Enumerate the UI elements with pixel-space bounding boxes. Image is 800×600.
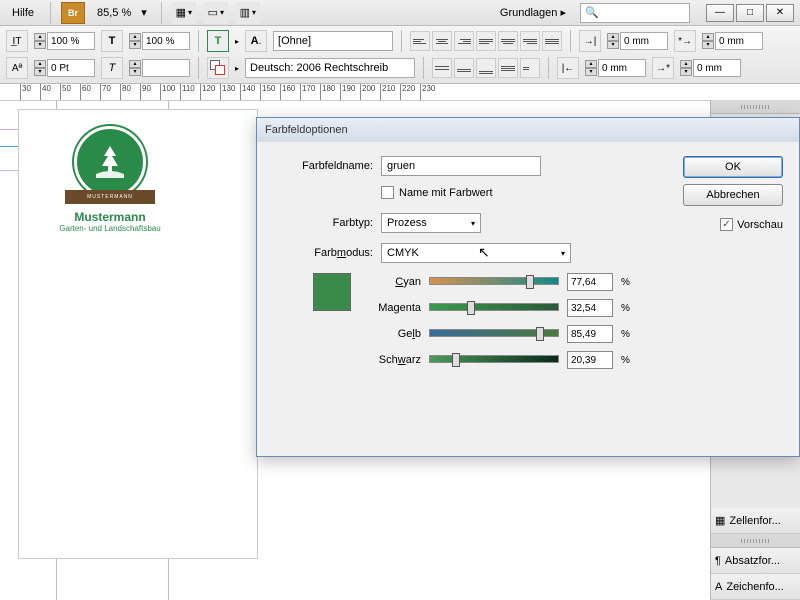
search-icon: 🔍 — [585, 6, 599, 19]
align-right-button[interactable] — [454, 31, 474, 51]
skew-icon[interactable]: T — [101, 57, 123, 79]
screen-mode-icon[interactable]: ▭ — [204, 2, 228, 24]
panel-character-styles[interactable]: AZeichenfo... — [711, 574, 800, 600]
span-columns-button[interactable] — [498, 58, 518, 78]
logo-badge — [74, 126, 146, 198]
tree-icon — [90, 142, 130, 182]
separator — [50, 2, 51, 24]
dock-collapse-handle[interactable] — [711, 100, 800, 114]
text-color-icon[interactable]: T — [207, 30, 229, 52]
separator — [161, 2, 162, 24]
color-preview-swatch — [313, 273, 351, 311]
yellow-value[interactable]: 85,49 — [567, 325, 613, 343]
align-left-button[interactable] — [410, 31, 430, 51]
last-line-indent-field[interactable]: ▴▾0 mm — [680, 59, 741, 77]
view-options-icon[interactable]: ▦ — [172, 2, 196, 24]
magenta-value[interactable]: 32,54 — [567, 299, 613, 317]
name-with-value-checkbox[interactable] — [381, 186, 394, 199]
panel-paragraph-styles[interactable]: ¶Absatzfor... — [711, 548, 800, 574]
para-style-select[interactable]: [Ohne] — [273, 31, 393, 51]
align-group — [410, 31, 562, 51]
swatch-name-input[interactable]: gruen — [381, 156, 541, 176]
valign-top-button[interactable] — [432, 58, 452, 78]
first-line-indent-icon[interactable]: *→ — [674, 30, 696, 52]
indent-left-field[interactable]: ▴▾0 mm — [607, 32, 668, 50]
cyan-label: Cyan — [365, 276, 421, 288]
justify-left-button[interactable] — [476, 31, 496, 51]
control-bar: I̲T ▴▾100 % T ▴▾100 % T ▸ A. [Ohne] →| ▴… — [0, 26, 800, 84]
scale-v-field[interactable]: ▴▾100 % — [129, 32, 190, 50]
last-line-indent-icon[interactable]: →* — [652, 57, 674, 79]
swatch-options-dialog: Farbfeldoptionen Farbfeldname: gruen Nam… — [256, 117, 800, 457]
chevron-down-icon: ▾ — [471, 219, 475, 228]
fill-stroke-icon[interactable] — [207, 57, 229, 79]
cancel-button[interactable]: Abbrechen — [683, 184, 783, 206]
paragraph-styles-icon: ¶ — [715, 555, 721, 567]
dock-separator[interactable] — [711, 534, 800, 548]
vertical-text-icon[interactable]: I̲T — [6, 30, 28, 52]
menu-help[interactable]: Hilfe — [6, 5, 40, 21]
logo-banner: MUSTERMANN — [65, 190, 155, 204]
color-type-label: Farbtyp: — [273, 217, 373, 229]
name-with-value-label: Name mit Farbwert — [399, 187, 493, 199]
cyan-value[interactable]: 77,64 — [567, 273, 613, 291]
color-mode-label: Farbmodus: — [273, 247, 373, 259]
cell-styles-icon: ▦ — [715, 514, 725, 527]
justify-center-button[interactable] — [498, 31, 518, 51]
workspace-switcher[interactable]: Grundlagen ▸ — [494, 4, 572, 21]
split-column-button[interactable] — [520, 58, 540, 78]
baseline-shift-icon[interactable]: Aª — [6, 57, 28, 79]
baseline-field[interactable]: ▴▾0 Pt — [34, 59, 95, 77]
justify-right-button[interactable] — [520, 31, 540, 51]
logo-frame[interactable]: MUSTERMANN Mustermann Garten- und Landsc… — [55, 126, 165, 236]
logo-text: Mustermann Garten- und Landschaftsbau — [59, 210, 160, 233]
valign-bottom-button[interactable] — [476, 58, 496, 78]
arrange-icon[interactable]: ▥ — [236, 2, 260, 24]
preview-label: Vorschau — [737, 219, 783, 231]
chevron-right-icon: ▸ — [235, 37, 239, 46]
valign-center-button[interactable] — [454, 58, 474, 78]
panel-cell-styles[interactable]: ▦Zellenfor... — [711, 508, 800, 534]
dialog-titlebar[interactable]: Farbfeldoptionen — [257, 118, 799, 142]
window-controls: — □ ✕ — [706, 4, 794, 22]
indent-left-icon[interactable]: →| — [579, 30, 601, 52]
yellow-label: Gelb — [365, 328, 421, 340]
black-label: Schwarz — [365, 354, 421, 366]
scale-h-field[interactable]: ▴▾100 % — [34, 32, 95, 50]
first-line-indent-field[interactable]: ▴▾0 mm — [702, 32, 763, 50]
preview-checkbox[interactable] — [720, 218, 733, 231]
close-button[interactable]: ✕ — [766, 4, 794, 22]
minimize-button[interactable]: — — [706, 4, 734, 22]
black-slider[interactable] — [429, 355, 559, 365]
skew-field[interactable]: ▴▾ — [129, 59, 190, 77]
maximize-button[interactable]: □ — [736, 4, 764, 22]
yellow-slider[interactable] — [429, 329, 559, 339]
ok-button[interactable]: OK — [683, 156, 783, 178]
color-mode-select[interactable]: CMYK▾ — [381, 243, 571, 263]
zoom-value: 85,5 % — [93, 7, 135, 19]
language-select[interactable]: Deutsch: 2006 Rechtschreib — [245, 58, 415, 78]
indent-right-icon[interactable]: |← — [557, 57, 579, 79]
indent-right-field[interactable]: ▴▾0 mm — [585, 59, 646, 77]
magenta-label: Magenta — [365, 302, 421, 314]
menubar: Hilfe Br 85,5 % ▾ ▦ ▭ ▥ Grundlagen ▸ 🔍 —… — [0, 0, 800, 26]
char-style-icon[interactable]: A. — [245, 30, 267, 52]
chevron-down-icon: ▸ — [560, 7, 566, 19]
scale-icon[interactable]: T — [101, 30, 123, 52]
align-center-button[interactable] — [432, 31, 452, 51]
chevron-right-icon: ▸ — [235, 64, 239, 73]
chevron-down-icon: ▾ — [561, 249, 565, 258]
bridge-icon[interactable]: Br — [61, 2, 85, 24]
cyan-slider[interactable] — [429, 277, 559, 287]
zoom-field[interactable]: 85,5 % ▾ — [93, 6, 151, 19]
chevron-down-icon: ▾ — [137, 6, 151, 19]
justify-all-button[interactable] — [542, 31, 562, 51]
swatch-name-label: Farbfeldname: — [273, 160, 373, 172]
search-field[interactable]: 🔍 — [580, 3, 690, 23]
magenta-slider[interactable] — [429, 303, 559, 313]
color-type-select[interactable]: Prozess▾ — [381, 213, 481, 233]
black-value[interactable]: 20,39 — [567, 351, 613, 369]
character-styles-icon: A — [715, 581, 722, 593]
